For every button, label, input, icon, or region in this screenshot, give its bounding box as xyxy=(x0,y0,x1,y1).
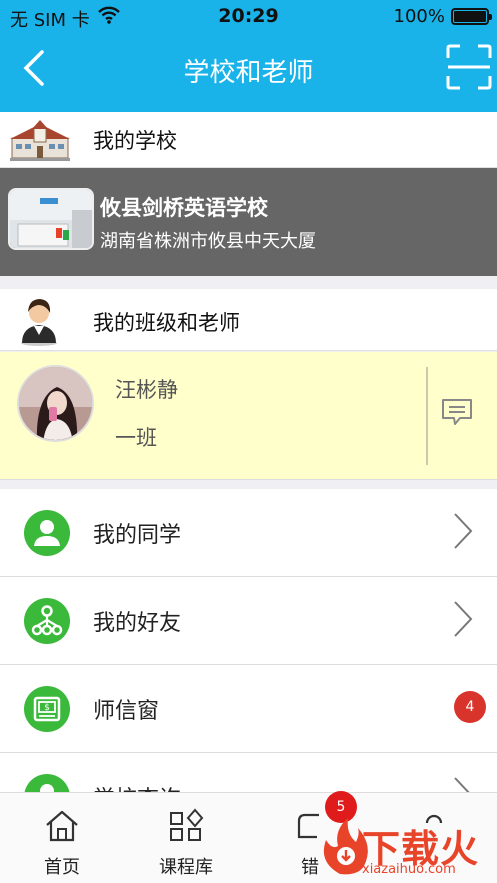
tab-course-library[interactable]: 课程库 xyxy=(124,793,248,883)
teacher-avatar xyxy=(17,365,94,442)
person-icon xyxy=(24,510,70,556)
page-title: 学校和老师 xyxy=(183,58,314,88)
school-address: 湖南省株洲市攸县中天大厦 xyxy=(100,231,316,252)
status-bar: 无 SIM 卡 20:29 100% xyxy=(0,0,497,32)
menu-item-friends[interactable]: 我的好友 xyxy=(0,577,497,665)
battery-icon xyxy=(451,8,492,25)
my-class-row: 我的班级和老师 xyxy=(0,289,497,351)
chevron-right-icon xyxy=(454,513,473,549)
tab-label: 首页 xyxy=(44,857,80,878)
certificate-icon: $ xyxy=(24,686,70,732)
teacher-card[interactable]: 汪彬静 一班 xyxy=(0,352,497,480)
network-icon xyxy=(24,598,70,644)
school-building-icon xyxy=(10,116,70,162)
message-button[interactable] xyxy=(440,397,474,427)
menu-item-teacher-window[interactable]: $ 师信窗 4 xyxy=(0,665,497,753)
grid-icon xyxy=(170,808,204,841)
my-school-row: 我的学校 xyxy=(0,112,497,168)
menu-item-classmates[interactable]: 我的同学 xyxy=(0,489,497,577)
school-name: 攸县剑桥英语学校 xyxy=(100,196,268,220)
watermark-url: xiazaihuo.com xyxy=(362,862,456,877)
notification-badge: 4 xyxy=(454,691,486,723)
tab-home[interactable]: 首页 xyxy=(0,793,124,883)
menu-list: 我的同学 我的好友 $ 师信窗 4 学校查询 xyxy=(0,489,497,841)
chevron-right-icon xyxy=(454,601,473,637)
teacher-icon xyxy=(14,293,64,347)
menu-label: 我的好友 xyxy=(93,611,182,636)
class-name: 一班 xyxy=(115,426,157,450)
home-icon xyxy=(46,810,78,842)
my-school-label: 我的学校 xyxy=(93,129,177,153)
app-header: 无 SIM 卡 20:29 100% 学校和老师 xyxy=(0,0,497,112)
teacher-name: 汪彬静 xyxy=(115,378,178,402)
svg-text:$: $ xyxy=(44,703,50,713)
my-class-label: 我的班级和老师 xyxy=(93,311,240,335)
school-photo xyxy=(8,188,94,250)
scan-icon xyxy=(446,44,492,90)
tab-label: 课程库 xyxy=(159,857,213,878)
menu-label: 师信窗 xyxy=(93,699,160,724)
message-icon xyxy=(442,399,472,425)
divider xyxy=(426,367,428,465)
menu-label: 我的同学 xyxy=(93,523,182,548)
scan-button[interactable] xyxy=(446,44,492,90)
battery-percent: 100% xyxy=(393,6,445,27)
